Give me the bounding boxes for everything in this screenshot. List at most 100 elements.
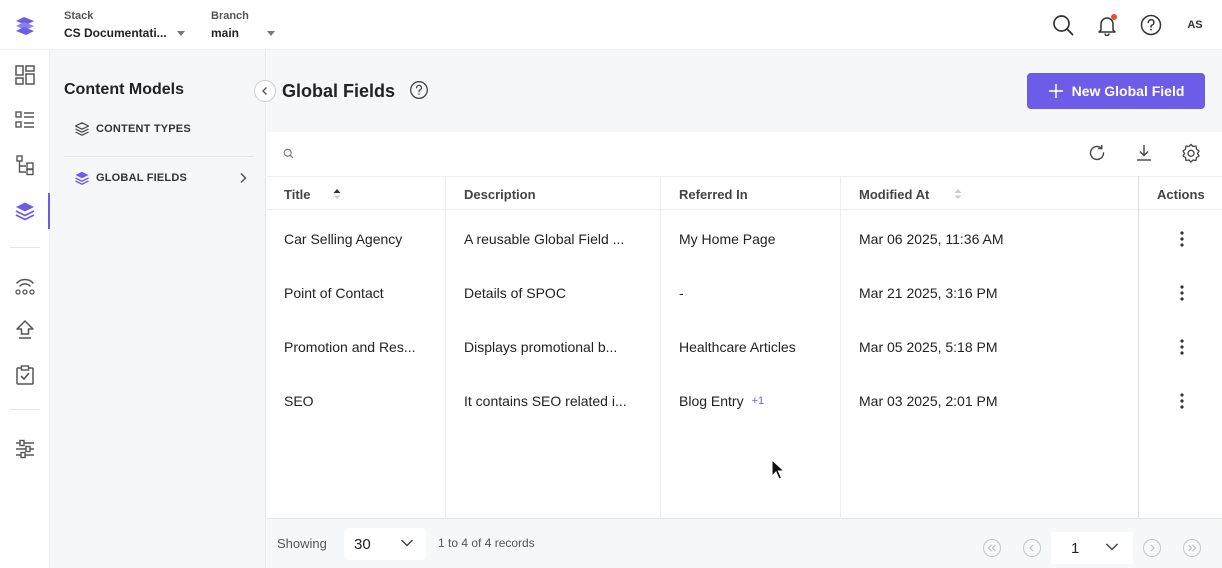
cell-referred-in: My Home Page — [679, 231, 776, 247]
cell-modified-at: Mar 05 2025, 5:18 PM — [859, 339, 998, 355]
stack-value: CS Documentati... — [64, 26, 167, 40]
table-row[interactable]: Promotion and Res... Displays promotiona… — [267, 320, 1222, 374]
cell-title: Point of Contact — [284, 285, 384, 301]
column-header-modified-at[interactable]: Modified At — [859, 177, 962, 211]
sidebar-title: Content Models — [64, 81, 184, 98]
showing-label: Showing — [277, 536, 327, 551]
column-description-label: Description — [464, 186, 536, 202]
more-references-badge[interactable]: +1 — [752, 395, 765, 407]
user-avatar[interactable]: AS — [1182, 19, 1208, 31]
row-actions-menu-icon[interactable] — [1167, 266, 1197, 320]
cell-description: Details of SPOC — [464, 285, 566, 301]
chevron-left-icon — [262, 87, 267, 95]
table-row[interactable]: Car Selling Agency A reusable Global Fie… — [267, 212, 1222, 266]
branch-selector[interactable]: Branch main — [211, 10, 275, 40]
search-input[interactable] — [302, 146, 602, 160]
chevron-down-icon — [1105, 542, 1119, 552]
global-fields-table-panel: Title Description Referred In Modified A… — [267, 132, 1222, 518]
settings-icon[interactable] — [12, 436, 38, 462]
page-size-select[interactable]: 30 — [344, 528, 426, 560]
referred-in-text: Blog Entry — [679, 393, 744, 409]
column-actions-label: Actions — [1157, 186, 1205, 202]
row-actions-menu-icon[interactable] — [1167, 320, 1197, 374]
settings-gear-icon[interactable] — [1180, 142, 1202, 164]
chevron-down-icon — [400, 538, 414, 548]
page-size-value: 30 — [354, 535, 371, 553]
help-icon[interactable] — [409, 80, 429, 100]
cell-title: Promotion and Res... — [284, 339, 416, 355]
caret-down-icon — [176, 30, 185, 36]
notification-dot — [1111, 14, 1117, 20]
cell-modified-at: Mar 03 2025, 2:01 PM — [859, 393, 998, 409]
row-actions-menu-icon[interactable] — [1167, 212, 1197, 266]
content-models-sidebar: Content Models CONTENT TYPES GLOBAL FIEL… — [50, 50, 266, 568]
cell-title: SEO — [284, 393, 314, 409]
cell-description: A reusable Global Field ... — [464, 231, 625, 247]
pagination-footer: Showing 30 1 to 4 of 4 records 1 — [267, 518, 1222, 568]
cell-description: It contains SEO related i... — [464, 393, 627, 409]
cell-modified-at: Mar 21 2025, 3:16 PM — [859, 285, 998, 301]
branch-label: Branch — [211, 10, 249, 22]
sidebar-divider — [64, 156, 254, 157]
main-area: Global Fields New Global Field Title Des… — [267, 50, 1222, 568]
cell-referred-in: Blog Entry +1 — [679, 374, 764, 428]
left-rail — [0, 50, 50, 568]
new-button-label: New Global Field — [1071, 83, 1185, 99]
pagination: 1 — [983, 532, 1201, 564]
content-models-icon[interactable] — [12, 198, 38, 224]
column-header-referred-in: Referred In — [679, 177, 748, 211]
deploy-icon[interactable] — [12, 317, 38, 343]
column-header-description: Description — [464, 177, 536, 211]
sort-icon — [954, 188, 962, 200]
cell-description: Displays promotional b... — [464, 339, 618, 355]
column-header-title[interactable]: Title — [284, 177, 341, 211]
assets-icon[interactable] — [12, 152, 38, 178]
records-count: 1 to 4 of 4 records — [438, 536, 535, 550]
entries-icon[interactable] — [12, 107, 38, 133]
next-page-icon[interactable] — [1143, 539, 1161, 557]
sidebar-item-content-types[interactable]: CONTENT TYPES — [64, 114, 254, 144]
layers-icon — [74, 170, 90, 186]
cell-modified-at: Mar 06 2025, 11:36 AM — [859, 231, 1004, 247]
download-icon[interactable] — [1133, 142, 1155, 164]
search-icon[interactable] — [1050, 12, 1076, 38]
rail-divider — [10, 247, 40, 248]
sort-asc-icon — [333, 188, 341, 200]
page-title: Global Fields — [282, 81, 396, 101]
column-header-actions: Actions — [1157, 177, 1205, 211]
stack-logo-icon[interactable] — [12, 12, 38, 38]
sidebar-item-label: CONTENT TYPES — [96, 123, 191, 135]
column-modified-label: Modified At — [859, 186, 930, 202]
row-actions-menu-icon[interactable] — [1167, 374, 1197, 428]
stack-label: Stack — [64, 10, 94, 22]
tasks-icon[interactable] — [12, 362, 38, 388]
search-icon — [283, 148, 294, 159]
refresh-icon[interactable] — [1086, 142, 1108, 164]
cell-referred-in: - — [679, 285, 684, 301]
sidebar-item-label: GLOBAL FIELDS — [96, 172, 188, 184]
page-number-select[interactable]: 1 — [1051, 532, 1133, 564]
bell-icon[interactable] — [1094, 12, 1120, 38]
dashboard-icon[interactable] — [12, 62, 38, 88]
help-icon[interactable] — [1138, 12, 1164, 38]
column-title-label: Title — [284, 186, 311, 202]
top-header: Stack CS Documentati... Branch main AS — [0, 0, 1222, 50]
first-page-icon[interactable] — [983, 539, 1001, 557]
table-row[interactable]: Point of Contact Details of SPOC - Mar 2… — [267, 266, 1222, 320]
chevron-right-icon — [238, 172, 248, 184]
sidebar-item-global-fields[interactable]: GLOBAL FIELDS — [64, 163, 254, 193]
search-bar — [283, 146, 602, 160]
releases-icon[interactable] — [12, 272, 38, 298]
table-header: Title Description Referred In Modified A… — [267, 176, 1222, 210]
collapse-sidebar-button[interactable] — [254, 80, 276, 102]
stack-selector[interactable]: Stack CS Documentati... — [64, 10, 185, 40]
current-page: 1 — [1071, 539, 1080, 557]
layers-icon — [74, 121, 90, 137]
last-page-icon[interactable] — [1183, 539, 1201, 557]
table-row[interactable]: SEO It contains SEO related i... Blog En… — [267, 374, 1222, 428]
mouse-cursor-icon — [771, 459, 785, 481]
prev-page-icon[interactable] — [1023, 539, 1041, 557]
plus-icon — [1048, 84, 1063, 98]
rail-divider — [10, 409, 40, 410]
new-global-field-button[interactable]: New Global Field — [1027, 73, 1205, 109]
